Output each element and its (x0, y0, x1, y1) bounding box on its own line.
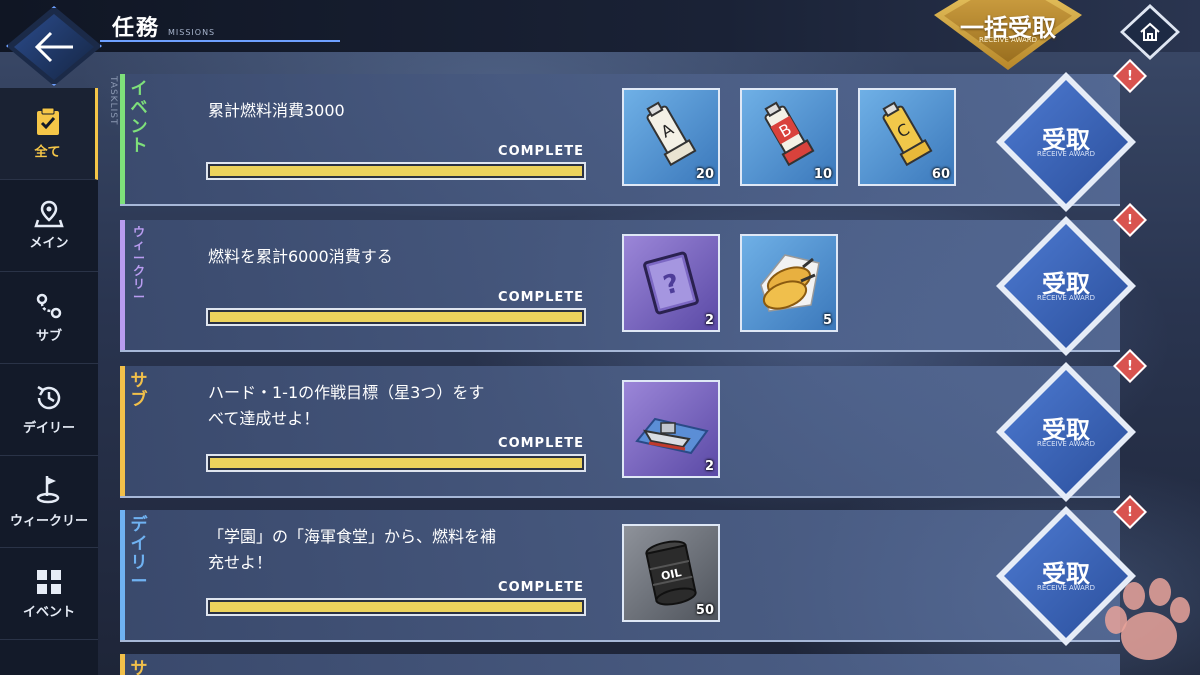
title-underline (100, 40, 340, 42)
reward-quantity: 10 (813, 167, 832, 182)
reward-quantity: 2 (704, 313, 714, 328)
reward-item[interactable]: B 10 (740, 88, 838, 186)
mission-category: サ (130, 659, 148, 675)
checklist-icon (36, 107, 59, 135)
mission-description-line: べて達成せよ！ (208, 409, 320, 428)
tube-a-icon: A (646, 101, 697, 167)
receive-sublabel: RECEIVE AWARD (1036, 440, 1096, 448)
mission-description: 累計燃料消費3000 (208, 98, 588, 124)
flag-icon (36, 476, 60, 504)
sidebar-item-label: メイン (29, 236, 69, 251)
sidebar-item-label: 全て (34, 145, 61, 160)
mission-status: COMPLETE (498, 290, 584, 305)
mission-description: 「学園」の「海軍食堂」から、燃料を補 充せよ！ (208, 524, 588, 576)
progress-bar (206, 598, 586, 616)
mission-description-line: 「学園」の「海軍食堂」から、燃料を補 (208, 527, 497, 546)
page-subtitle: MISSIONS (168, 28, 216, 37)
map-pin-icon (34, 200, 64, 228)
reward-item[interactable]: OIL 50 (622, 524, 720, 622)
reward-item[interactable]: 2 (622, 380, 720, 478)
bulk-receive-sublabel: RECEIVE AWARD (978, 36, 1038, 44)
mission-category: デイリー (130, 515, 148, 592)
category-stripe (120, 366, 125, 496)
progress-fill (210, 166, 582, 176)
oil-barrel-icon: OIL (645, 540, 697, 606)
mission-description-line: 累計燃料消費3000 (208, 101, 345, 120)
progress-bar (206, 454, 586, 472)
route-icon (36, 293, 62, 319)
reward-quantity: 2 (704, 459, 714, 474)
category-stripe (120, 510, 125, 640)
fried-food-icon (760, 254, 820, 312)
grid-icon (37, 570, 61, 594)
sidebar-item-all[interactable]: 全て (0, 88, 98, 180)
reward-item[interactable]: ? 2 (622, 234, 720, 332)
reward-quantity: 20 (695, 167, 714, 182)
sidebar-item-label: イベント (22, 605, 75, 620)
mission-status: COMPLETE (498, 144, 584, 159)
mission-category: サブ (130, 371, 148, 410)
progress-fill (210, 602, 582, 612)
mystery-book-icon: ? (643, 251, 699, 315)
sidebar-item-sub[interactable]: サブ (0, 272, 98, 364)
mission-row: ウィークリー 燃料を累計6000消費する COMPLETE ? 2 5 (120, 220, 1120, 352)
mission-category: ウィークリー (132, 225, 145, 304)
category-stripe (120, 74, 125, 204)
paw-icon (1105, 578, 1190, 660)
progress-fill (210, 312, 582, 322)
tube-b-icon: B (764, 101, 815, 167)
ship-map-icon (635, 417, 709, 455)
reward-quantity: 5 (822, 313, 832, 328)
mission-description-line: ハード・1-1の作戦目標（星3つ）をす (208, 383, 485, 402)
sidebar-item-label: ウィークリー (9, 514, 88, 529)
category-stripe (120, 654, 125, 675)
mission-description: 燃料を累計6000消費する (208, 244, 588, 270)
mission-description-line: 充せよ！ (208, 553, 273, 572)
sidebar-item-main[interactable]: メイン (0, 180, 98, 272)
receive-sublabel: RECEIVE AWARD (1036, 150, 1096, 158)
reward-quantity: 60 (931, 167, 950, 182)
sidebar-item-weekly[interactable]: ウィークリー (0, 456, 98, 548)
sidebar-item-event[interactable]: イベント (0, 548, 98, 640)
reward-quantity: 50 (695, 603, 714, 618)
tube-c-icon: C (882, 101, 933, 167)
mission-status: COMPLETE (498, 580, 584, 595)
mission-status: COMPLETE (498, 436, 584, 451)
page-title: 任務 (112, 16, 161, 41)
sidebar-item-label: サブ (35, 329, 62, 344)
mission-row: サブ ハード・1-1の作戦目標（星3つ）をす べて達成せよ！ COMPLETE … (120, 366, 1120, 498)
reward-item[interactable]: A 20 (622, 88, 720, 186)
category-stripe (120, 220, 125, 350)
sidebar: 全て メイン サブ デイリー ウィークリー イベント (0, 88, 98, 675)
reward-item[interactable]: 5 (740, 234, 838, 332)
progress-bar (206, 162, 586, 180)
reward-item[interactable]: C 60 (858, 88, 956, 186)
sidebar-item-label: デイリー (22, 421, 75, 436)
mission-category: イベント (130, 79, 148, 156)
progress-bar (206, 308, 586, 326)
mission-row: イベント 累計燃料消費3000 COMPLETE A 20 B 10 C 60 (120, 74, 1120, 206)
progress-fill (210, 458, 582, 468)
mission-row: デイリー 「学園」の「海軍食堂」から、燃料を補 充せよ！ COMPLETE OI… (120, 510, 1120, 642)
tasklist-label: TASKLIST (108, 76, 118, 126)
mission-description-line: 燃料を累計6000消費する (208, 247, 393, 266)
mission-description: ハード・1-1の作戦目標（星3つ）をす べて達成せよ！ (208, 380, 588, 432)
mission-row: サ (120, 654, 1120, 675)
sidebar-item-daily[interactable]: デイリー (0, 364, 98, 456)
receive-sublabel: RECEIVE AWARD (1036, 294, 1096, 302)
clock-icon (37, 385, 61, 410)
